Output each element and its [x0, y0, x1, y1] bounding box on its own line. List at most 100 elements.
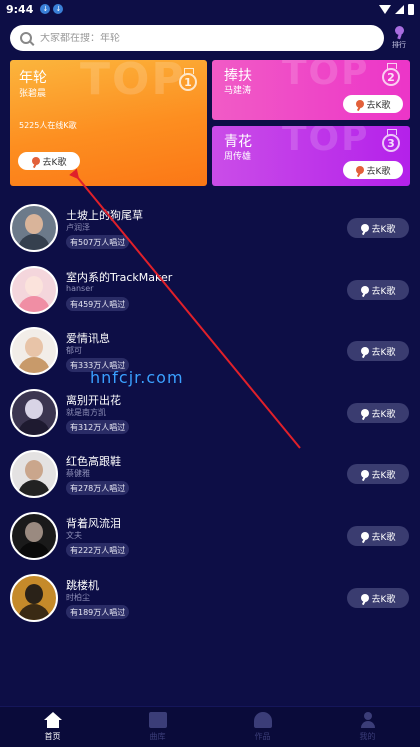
tab-library[interactable]: 曲库: [128, 712, 188, 742]
bottom-tab-bar: 首页 曲库 作品 我的: [0, 706, 420, 747]
avatar: [10, 450, 58, 498]
avatar: [10, 266, 58, 314]
sing-count: 有278万人唱过: [66, 481, 130, 495]
song-singer: hanser: [66, 284, 94, 293]
sing-button[interactable]: 去K歌: [343, 161, 403, 179]
online-count: 5225人在线K歌: [19, 121, 77, 130]
sing-button[interactable]: 去K歌: [347, 588, 409, 608]
song-title: 室内系的TrackMaker: [66, 271, 173, 284]
microphone-icon: [355, 166, 364, 174]
works-icon: [253, 712, 272, 728]
ranking-button[interactable]: 排行: [390, 26, 408, 50]
sing-button-label: 去K歌: [366, 166, 391, 177]
sing-button[interactable]: 去K歌: [347, 526, 409, 546]
top-card-2[interactable]: TOP 2 捧扶 马建涛 去K歌: [212, 60, 410, 120]
search-box[interactable]: [10, 25, 384, 51]
top-watermark: TOP: [80, 60, 186, 105]
sing-count: 有312万人唱过: [66, 420, 130, 434]
microphone-icon: [360, 594, 369, 602]
top-card-1[interactable]: TOP 1 年轮 张碧晨 5225人在线K歌 去K歌: [10, 60, 207, 186]
sing-button[interactable]: 去K歌: [347, 464, 409, 484]
song-row[interactable]: 红色高跟鞋 蔡健雅 有278万人唱过 去K歌: [0, 446, 420, 502]
ranking-label: 排行: [392, 41, 406, 49]
tab-works[interactable]: 作品: [233, 712, 293, 742]
battery-icon: [408, 3, 414, 15]
avatar: [10, 574, 58, 622]
song-row[interactable]: 室内系的TrackMaker hanser 有459万人唱过 去K歌: [0, 262, 420, 318]
song-title: 跳楼机: [66, 579, 99, 592]
tab-label: 作品: [254, 732, 271, 741]
download-icon: ↓: [53, 4, 64, 14]
microphone-icon: [360, 286, 369, 294]
sing-button[interactable]: 去K歌: [347, 280, 409, 300]
top-card-singer: 马建涛: [224, 86, 252, 96]
top-card-singer: 周传雄: [224, 152, 252, 162]
song-singer: 就是南方凯: [66, 408, 106, 417]
top-watermark: TOP: [282, 60, 370, 93]
microphone-icon: [31, 157, 40, 165]
rank-badge: 1: [179, 68, 197, 91]
song-row[interactable]: 跳楼机 时柏尘 有189万人唱过 去K歌: [0, 570, 420, 626]
sing-button-label: 去K歌: [371, 409, 396, 420]
sing-count: 有222万人唱过: [66, 543, 130, 557]
sing-button-label: 去K歌: [371, 532, 396, 543]
top-card-title: 捧扶: [224, 68, 252, 84]
song-singer: 郁可: [66, 346, 82, 355]
top-card-3[interactable]: TOP 3 青花 周传雄 去K歌: [212, 126, 410, 186]
sing-button[interactable]: 去K歌: [347, 218, 409, 238]
home-icon: [43, 712, 62, 728]
sing-count: 有459万人唱过: [66, 297, 130, 311]
song-title: 离别开出花: [66, 394, 121, 407]
sing-button-label: 去K歌: [42, 157, 67, 168]
sing-button-label: 去K歌: [371, 470, 396, 481]
tab-label: 首页: [44, 732, 61, 741]
microphone-icon: [360, 347, 369, 355]
song-singer: 蔡健雅: [66, 469, 90, 478]
song-title: 土坡上的狗尾草: [66, 209, 143, 222]
tab-label: 曲库: [149, 732, 166, 741]
microphone-icon: [360, 470, 369, 478]
tab-label: 我的: [359, 732, 376, 741]
avatar: [10, 327, 58, 375]
song-row[interactable]: 爱情讯息 郁可 有333万人唱过 去K歌: [0, 323, 420, 379]
search-row: 排行: [10, 24, 410, 52]
song-singer: 时柏尘: [66, 593, 90, 602]
search-input[interactable]: [40, 32, 340, 44]
top-card-title: 年轮: [19, 70, 47, 86]
microphone-icon: [360, 224, 369, 232]
sing-button[interactable]: 去K歌: [347, 341, 409, 361]
song-row[interactable]: 离别开出花 就是南方凯 有312万人唱过 去K歌: [0, 385, 420, 441]
search-icon: [20, 32, 32, 44]
wifi-icon: [379, 4, 391, 14]
rank-badge: 3: [382, 129, 400, 152]
rank-badge: 2: [382, 63, 400, 86]
sing-count: 有189万人唱过: [66, 605, 130, 619]
status-time: 9:44: [6, 2, 34, 16]
microphone-icon: [394, 26, 404, 35]
song-row[interactable]: 背着风流泪 文夫 有222万人唱过 去K歌: [0, 508, 420, 564]
microphone-icon: [360, 532, 369, 540]
sing-button-label: 去K歌: [371, 224, 396, 235]
top-card-title: 青花: [224, 134, 252, 150]
status-bar: 9:44 ↓ ↓: [0, 0, 420, 18]
library-icon: [148, 712, 167, 728]
sing-button[interactable]: 去K歌: [343, 95, 403, 113]
sing-button-label: 去K歌: [371, 286, 396, 297]
microphone-icon: [355, 100, 364, 108]
sing-button-label: 去K歌: [371, 347, 396, 358]
sing-button-label: 去K歌: [366, 100, 391, 111]
profile-icon: [359, 712, 377, 728]
download-icon: ↓: [40, 4, 51, 14]
avatar: [10, 512, 58, 560]
top-card-singer: 张碧晨: [19, 89, 47, 99]
sing-button[interactable]: 去K歌: [347, 403, 409, 423]
top-watermark: TOP: [282, 126, 370, 159]
tab-home[interactable]: 首页: [23, 712, 83, 742]
watermark-text: hnfcjr.com: [90, 368, 184, 387]
tab-profile[interactable]: 我的: [338, 712, 398, 742]
sing-button[interactable]: 去K歌: [18, 152, 80, 170]
avatar: [10, 389, 58, 437]
song-row[interactable]: 土坡上的狗尾草 卢润泽 有507万人唱过 去K歌: [0, 200, 420, 256]
song-singer: 文夫: [66, 531, 82, 540]
sing-button-label: 去K歌: [371, 594, 396, 605]
